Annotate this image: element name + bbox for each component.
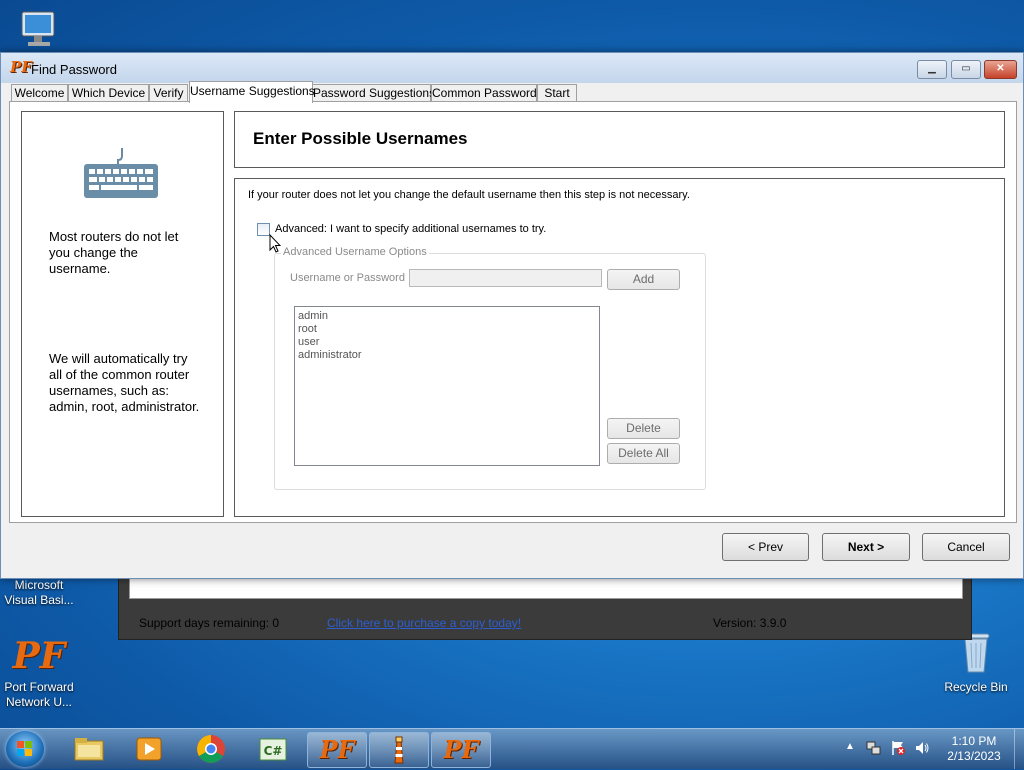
port-forward-icon: PF — [443, 735, 479, 764]
taskbar-file-explorer[interactable] — [60, 732, 118, 766]
purchase-link[interactable]: Click here to purchase a copy today! — [327, 616, 521, 630]
desktop-icon-port-forward[interactable]: PF Port Forward Network U... — [0, 632, 78, 710]
clock-time: 1:10 PM — [951, 734, 997, 748]
taskbar-csharp[interactable]: C# — [244, 732, 302, 766]
username-field-label: Username or Password — [290, 272, 405, 284]
next-button[interactable]: Next > — [822, 533, 910, 561]
username-list[interactable]: admin root user administrator — [294, 306, 600, 466]
action-center-icon[interactable] — [890, 740, 906, 756]
advanced-checkbox-label[interactable]: Advanced: I want to specify additional u… — [275, 223, 546, 235]
delete-all-button[interactable]: Delete All — [607, 443, 680, 464]
tab-username-suggestions[interactable]: Username Suggestions — [189, 81, 315, 103]
taskbar-lighthouse[interactable] — [369, 732, 429, 768]
tab-label: Username Suggestions — [190, 84, 315, 98]
media-player-icon — [136, 737, 162, 761]
tab-common-passwords[interactable]: Common Passwords — [431, 84, 543, 102]
network-icon[interactable] — [866, 740, 882, 756]
minimize-button[interactable]: ▁ — [917, 60, 947, 79]
windows-logo-icon — [17, 741, 32, 756]
background-app-window[interactable]: Support days remaining: 0 Click here to … — [118, 570, 972, 640]
username-input[interactable] — [409, 269, 602, 287]
prev-button[interactable]: < Prev — [722, 533, 809, 561]
desktop-icon-label: Port Forward Network U... — [4, 680, 74, 709]
tab-label: Welcome — [14, 86, 65, 100]
desktop-icon-label: Microsoft Visual Basi... — [4, 578, 74, 607]
advanced-options-group: Advanced Username Options Username or Pa… — [274, 246, 706, 490]
delete-all-button-label: Delete All — [618, 446, 669, 460]
lighthouse-icon — [394, 736, 404, 764]
tab-welcome[interactable]: Welcome — [11, 84, 68, 102]
list-item[interactable]: user — [298, 336, 596, 349]
list-item[interactable]: administrator — [298, 349, 596, 362]
taskbar-port-forward-2[interactable]: PF — [431, 732, 491, 768]
info-text: If your router does not let you change t… — [248, 189, 690, 201]
list-item[interactable]: root — [298, 323, 596, 336]
tab-start[interactable]: Start — [537, 84, 577, 102]
close-button[interactable]: ✕ — [984, 60, 1017, 79]
cancel-button[interactable]: Cancel — [922, 533, 1010, 561]
support-days-text: Support days remaining: 0 — [139, 616, 280, 630]
taskbar: C# PF PF ▲ 1:10 PM 2/13/2023 — [0, 728, 1024, 769]
header-panel: Enter Possible Usernames — [234, 111, 1005, 168]
clock[interactable]: 1:10 PM 2/13/2023 — [940, 734, 1008, 764]
side-text-1: Most routers do not let you change the u… — [49, 229, 179, 276]
delete-button-label: Delete — [626, 421, 661, 435]
desktop-icon-visual-basic[interactable]: Microsoft Visual Basi... — [0, 578, 78, 608]
tab-label: Verify — [153, 86, 184, 100]
window-title: Find Password — [31, 62, 117, 77]
delete-button[interactable]: Delete — [607, 418, 680, 439]
tab-verify[interactable]: Verify — [149, 84, 188, 102]
desktop-icon-label: Recycle Bin — [944, 680, 1008, 694]
svg-text:C#: C# — [264, 744, 283, 758]
side-text-2: We will automatically try all of the com… — [49, 351, 200, 414]
volume-icon[interactable] — [914, 740, 930, 756]
tab-which-device[interactable]: Which Device — [68, 84, 149, 102]
page-title: Enter Possible Usernames — [253, 129, 468, 148]
computer-icon[interactable] — [16, 8, 64, 50]
start-button[interactable] — [6, 731, 44, 767]
csharp-icon: C# — [259, 738, 287, 761]
show-desktop-button[interactable] — [1014, 729, 1024, 769]
tab-password-suggestions[interactable]: Password Suggestions — [312, 84, 435, 102]
keyboard-icon — [82, 146, 160, 203]
clock-date: 2/13/2023 — [947, 749, 1001, 763]
find-password-dialog[interactable]: PF Find Password ▁ ▭ ✕ Welcome Which Dev… — [0, 52, 1024, 579]
taskbar-media-player[interactable] — [120, 732, 178, 766]
taskbar-port-forward-1[interactable]: PF — [307, 732, 367, 768]
version-text: Version: 3.9.0 — [713, 616, 787, 630]
add-button[interactable]: Add — [607, 269, 680, 290]
show-hidden-icons-icon[interactable]: ▲ — [845, 741, 855, 752]
group-title: Advanced Username Options — [281, 246, 429, 258]
prev-button-label: < Prev — [747, 540, 783, 554]
cancel-button-label: Cancel — [947, 540, 985, 554]
maximize-button[interactable]: ▭ — [951, 60, 981, 79]
app-icon: PF — [10, 58, 32, 76]
port-forward-icon: PF — [319, 735, 355, 764]
tab-label: Start — [544, 86, 570, 100]
taskbar-chrome[interactable] — [182, 732, 240, 766]
tab-label: Password Suggestions — [313, 86, 436, 100]
tab-label: Common Passwords — [432, 86, 543, 100]
tab-content: Most routers do not let you change the u… — [9, 101, 1017, 523]
title-bar[interactable]: PF Find Password ▁ ▭ ✕ — [1, 53, 1023, 83]
main-panel: If your router does not let you change t… — [234, 178, 1005, 517]
port-forward-icon: PF — [12, 635, 66, 677]
next-button-label: Next > — [847, 540, 885, 554]
list-item[interactable]: admin — [298, 310, 596, 323]
info-side-panel: Most routers do not let you change the u… — [21, 111, 224, 517]
chrome-icon — [197, 735, 225, 763]
add-button-label: Add — [632, 272, 655, 286]
tab-label: Which Device — [71, 86, 146, 100]
file-explorer-icon — [74, 738, 104, 761]
